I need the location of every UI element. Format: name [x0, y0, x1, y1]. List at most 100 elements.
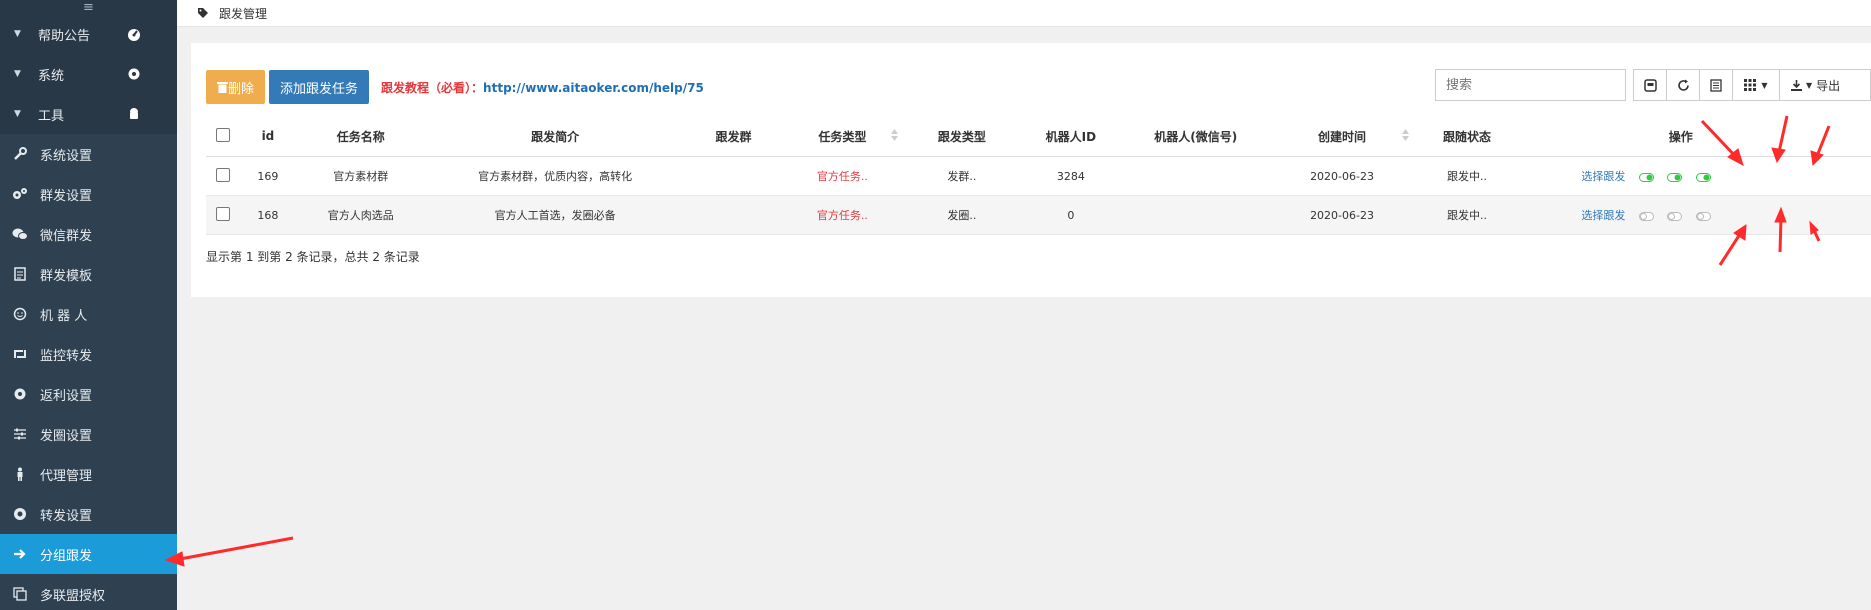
- sidebar-item-system[interactable]: ▼ 系统: [0, 54, 177, 94]
- table-row: 168 官方人肉选品 官方人工首选，发圈必备 官方任务.. 发圈.. 0 202…: [206, 195, 1871, 235]
- search-input[interactable]: [1435, 69, 1626, 101]
- sidebar-item-label: 发圈设置: [40, 428, 93, 444]
- hamburger-icon[interactable]: ≡: [0, 0, 177, 15]
- sidebar-item-moments-settings[interactable]: 发圈设置: [0, 414, 177, 454]
- smile-icon: [10, 306, 30, 322]
- col-task-name[interactable]: 任务名称: [295, 116, 426, 157]
- col-id[interactable]: id: [240, 116, 296, 157]
- select-follow-link[interactable]: 选择跟发: [1581, 209, 1625, 222]
- col-created-label: 创建时间: [1318, 129, 1367, 144]
- cell-id: 169: [240, 156, 296, 196]
- arrow-right-icon: [10, 546, 30, 562]
- sidebar-item-system-settings[interactable]: 系统设置: [0, 134, 177, 174]
- export-dropdown[interactable]: ▼ 导出: [1779, 69, 1871, 101]
- sidebar-item-multi-alliance[interactable]: 多联盟授权: [0, 574, 177, 610]
- sidebar-item-label: 群发设置: [40, 188, 93, 204]
- cell-group: [684, 195, 783, 235]
- sidebar-item-rebate-settings[interactable]: 返利设置: [0, 374, 177, 414]
- refresh-icon: [1677, 79, 1689, 91]
- gear-icon: [10, 386, 30, 402]
- toggle-on-icon[interactable]: [1667, 172, 1683, 182]
- toggle-on-icon[interactable]: [1638, 172, 1654, 182]
- col-follow-type[interactable]: 跟发类型: [902, 116, 1022, 157]
- copy-icon: [10, 586, 30, 602]
- sidebar-item-label: 帮助公告: [38, 28, 91, 44]
- col-robot-wx[interactable]: 机器人(微信号): [1119, 116, 1272, 157]
- sidebar-item-robot[interactable]: 机 器 人: [0, 294, 177, 334]
- row-select-cell: [206, 195, 241, 235]
- toggle-view-button[interactable]: [1633, 69, 1667, 101]
- sidebar-item-tools[interactable]: ▼ 工具: [0, 94, 177, 134]
- android-icon: [130, 108, 138, 119]
- card-view-icon: [1643, 78, 1657, 92]
- select-all-cell: [206, 116, 241, 157]
- cell-created: 2020-06-23: [1271, 195, 1413, 235]
- cell-robot-wx: [1119, 195, 1272, 235]
- sidebar-item-monitor-forward[interactable]: 监控转发: [0, 334, 177, 374]
- col-robot-id[interactable]: 机器人ID: [1021, 116, 1120, 157]
- refresh-button[interactable]: [1666, 69, 1700, 101]
- grid-icon: [1744, 79, 1757, 91]
- annotation-arrow: [179, 536, 294, 561]
- tutorial-link[interactable]: http://www.aitaoker.com/help/75: [483, 81, 704, 95]
- delete-button[interactable]: 删除: [206, 70, 266, 104]
- pagination-summary: 显示第 1 到第 2 条记录，总共 2 条记录: [206, 250, 420, 264]
- page-title: 跟发管理: [219, 6, 268, 21]
- toggle-on-icon[interactable]: [1695, 172, 1711, 182]
- person-icon: [10, 466, 30, 482]
- cogs-icon: [10, 186, 30, 202]
- col-status[interactable]: 跟随状态: [1412, 116, 1522, 157]
- row-checkbox[interactable]: [216, 206, 231, 221]
- col-intro[interactable]: 跟发简介: [425, 116, 685, 157]
- cell-follow-type: 发圈..: [902, 195, 1022, 235]
- sidebar-item-help[interactable]: ▼ 帮助公告: [0, 14, 177, 54]
- cell-actions: 选择跟发: [1521, 195, 1871, 235]
- col-actions-label: 操作: [1668, 129, 1693, 144]
- cell-task-name: 官方素材群: [295, 156, 426, 196]
- breadcrumb: 跟发管理: [177, 0, 1871, 27]
- sidebar-item-agent-management[interactable]: 代理管理: [0, 454, 177, 494]
- table-row: 169 官方素材群 官方素材群，优质内容，高转化 官方任务.. 发群.. 328…: [206, 156, 1871, 196]
- caret-down-icon: ▼: [14, 69, 21, 79]
- toggle-off-icon[interactable]: [1667, 211, 1683, 221]
- cell-actions: 选择跟发: [1521, 156, 1871, 196]
- sidebar-item-label: 多联盟授权: [40, 588, 106, 604]
- sidebar-item-label: 系统设置: [40, 148, 93, 164]
- select-follow-link[interactable]: 选择跟发: [1581, 170, 1625, 183]
- add-follow-task-button[interactable]: 添加跟发任务: [269, 70, 370, 104]
- cell-status: 跟发中..: [1412, 195, 1522, 235]
- sidebar-item-wechat-mass[interactable]: 微信群发: [0, 214, 177, 254]
- wechat-icon: [10, 226, 30, 242]
- sidebar-item-label: 群发模板: [40, 268, 93, 284]
- cell-follow-type: 发群..: [902, 156, 1022, 196]
- retweet-icon: [10, 346, 30, 362]
- select-all-checkbox[interactable]: [216, 127, 231, 142]
- col-created[interactable]: 创建时间: [1271, 116, 1413, 157]
- toggle-columns-button[interactable]: [1699, 69, 1733, 101]
- col-group[interactable]: 跟发群: [684, 116, 783, 157]
- row-checkbox[interactable]: [216, 167, 231, 182]
- sidebar-item-mass-template[interactable]: 群发模板: [0, 254, 177, 294]
- cell-status: 跟发中..: [1412, 156, 1522, 196]
- toggle-off-icon[interactable]: [1695, 211, 1711, 221]
- sidebar-item-forward-settings[interactable]: 转发设置: [0, 494, 177, 534]
- add-label: 添加跟发任务: [280, 81, 359, 97]
- toggle-off-icon[interactable]: [1638, 211, 1654, 221]
- sidebar-item-label: 微信群发: [40, 228, 93, 244]
- sidebar-item-label: 工具: [38, 108, 65, 124]
- col-actions: 操作: [1521, 116, 1871, 157]
- content-panel: 删除 添加跟发任务 跟发教程（必看）：http://www.aitaoker.c…: [191, 43, 1871, 297]
- row-select-cell: [206, 156, 241, 196]
- sliders-icon: [10, 426, 30, 442]
- columns-dropdown[interactable]: ▼: [1732, 69, 1780, 101]
- follow-task-table: id 任务名称 跟发简介 跟发群 任务类型 跟发类型 机器人ID 机器人(微信号…: [206, 116, 1871, 235]
- download-icon: [1791, 79, 1802, 91]
- sidebar-item-group-follow[interactable]: 分组跟发: [0, 534, 177, 574]
- tutorial-text: 跟发教程（必看）：http://www.aitaoker.com/help/75: [381, 79, 704, 96]
- gear-icon: [128, 68, 140, 80]
- caret-down-icon: ▼: [14, 109, 21, 119]
- col-task-type[interactable]: 任务类型: [782, 116, 903, 157]
- sidebar-item-mass-settings[interactable]: 群发设置: [0, 174, 177, 214]
- sort-icon: [1401, 129, 1409, 141]
- sidebar-item-label: 系统: [38, 68, 65, 84]
